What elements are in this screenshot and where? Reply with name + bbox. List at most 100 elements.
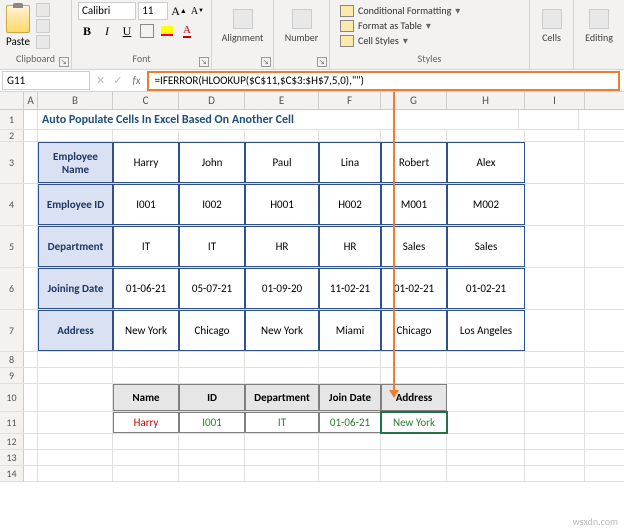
font-name-select[interactable]: Calibri: [78, 2, 136, 20]
row-header-10[interactable]: 10: [0, 384, 24, 411]
table-cell[interactable]: 01-02-21: [381, 268, 447, 309]
italic-button[interactable]: I: [98, 22, 116, 40]
col-header-F[interactable]: F: [319, 92, 381, 109]
format-painter-icon[interactable]: [36, 35, 50, 49]
lookup-name[interactable]: Harry: [113, 412, 179, 433]
table-cell[interactable]: Paul: [245, 142, 319, 183]
shrink-font-button[interactable]: A▼: [190, 2, 205, 20]
row-header-8[interactable]: 8: [0, 352, 24, 367]
row-header-2[interactable]: 2: [0, 130, 24, 141]
lookup-header[interactable]: Name: [113, 384, 179, 411]
table-cell[interactable]: M001: [381, 184, 447, 225]
table-cell[interactable]: Los Angeles: [447, 310, 525, 351]
row-header-12[interactable]: 12: [0, 434, 24, 449]
border-button[interactable]: [140, 24, 154, 38]
table-cell[interactable]: 05-07-21: [179, 268, 245, 309]
lookup-header[interactable]: ID: [179, 384, 245, 411]
editing-icon[interactable]: [589, 9, 609, 29]
table-cell[interactable]: Miami: [319, 310, 381, 351]
font-color-button[interactable]: A: [178, 22, 196, 40]
table-cell[interactable]: 01-02-21: [447, 268, 525, 309]
table-cell[interactable]: 11-02-21: [319, 268, 381, 309]
fx-icon[interactable]: fx: [126, 74, 146, 87]
row-header-6[interactable]: 6: [0, 268, 24, 309]
format-as-table-button[interactable]: Format as Table▾: [340, 19, 519, 32]
col-header-H[interactable]: H: [447, 92, 525, 109]
paste-button[interactable]: Paste: [6, 5, 30, 48]
lookup-department[interactable]: IT: [245, 412, 319, 433]
col-header-I[interactable]: I: [525, 92, 585, 109]
table-cell[interactable]: HR: [319, 226, 381, 267]
select-all-corner[interactable]: [0, 92, 24, 109]
col-header-D[interactable]: D: [179, 92, 245, 109]
copy-icon[interactable]: [36, 19, 50, 33]
table-cell[interactable]: IT: [179, 226, 245, 267]
row-header-11[interactable]: 11: [0, 412, 24, 433]
lookup-header[interactable]: Department: [245, 384, 319, 411]
bold-button[interactable]: B: [78, 22, 96, 40]
cell[interactable]: [24, 130, 38, 141]
table-row-header[interactable]: Department: [38, 226, 113, 267]
table-cell[interactable]: Lina: [319, 142, 381, 183]
table-cell[interactable]: I002: [179, 184, 245, 225]
cells-icon[interactable]: [542, 9, 562, 29]
underline-button[interactable]: U: [118, 22, 136, 40]
table-cell[interactable]: HR: [245, 226, 319, 267]
number-icon[interactable]: [292, 9, 312, 29]
row-header-5[interactable]: 5: [0, 226, 24, 267]
col-header-E[interactable]: E: [245, 92, 319, 109]
row-header-1[interactable]: 1: [0, 110, 24, 129]
fill-color-button[interactable]: [158, 22, 176, 40]
grow-font-button[interactable]: A▲: [170, 2, 188, 20]
col-header-C[interactable]: C: [113, 92, 179, 109]
table-cell[interactable]: Chicago: [179, 310, 245, 351]
table-cell[interactable]: New York: [113, 310, 179, 351]
row-header-3[interactable]: 3: [0, 142, 24, 183]
cell[interactable]: [519, 110, 579, 129]
clipboard-launcher[interactable]: ↘: [59, 57, 69, 67]
table-cell[interactable]: Robert: [381, 142, 447, 183]
row-header-14[interactable]: 14: [0, 466, 24, 481]
table-cell[interactable]: 01-06-21: [113, 268, 179, 309]
table-cell[interactable]: Alex: [447, 142, 525, 183]
table-row-header[interactable]: Joining Date: [38, 268, 113, 309]
table-row-header[interactable]: Employee Name: [38, 142, 113, 183]
table-cell[interactable]: Sales: [381, 226, 447, 267]
table-cell[interactable]: Sales: [447, 226, 525, 267]
lookup-joindate[interactable]: 01-06-21: [319, 412, 381, 433]
table-cell[interactable]: H001: [245, 184, 319, 225]
col-header-B[interactable]: B: [38, 92, 113, 109]
cut-icon[interactable]: [36, 3, 50, 17]
alignment-icon[interactable]: [233, 9, 253, 29]
table-row-header[interactable]: Employee ID: [38, 184, 113, 225]
table-cell[interactable]: John: [179, 142, 245, 183]
row-header-7[interactable]: 7: [0, 310, 24, 351]
row-header-13[interactable]: 13: [0, 450, 24, 465]
table-cell[interactable]: New York: [245, 310, 319, 351]
alignment-launcher[interactable]: ↘: [261, 57, 271, 67]
table-cell[interactable]: Chicago: [381, 310, 447, 351]
name-box[interactable]: G11: [2, 71, 90, 90]
font-launcher[interactable]: ↘: [199, 57, 209, 67]
formula-bar[interactable]: =IFERROR(HLOOKUP($C$11,$C$3:$H$7,5,0),""…: [147, 71, 620, 91]
table-cell[interactable]: 01-09-20: [245, 268, 319, 309]
enter-icon[interactable]: ✓: [109, 74, 126, 87]
row-header-9[interactable]: 9: [0, 368, 24, 383]
col-header-A[interactable]: A: [24, 92, 38, 109]
conditional-formatting-button[interactable]: Conditional Formatting▾: [340, 4, 519, 17]
table-cell[interactable]: I001: [113, 184, 179, 225]
font-size-select[interactable]: 11: [138, 2, 168, 20]
cancel-icon[interactable]: ✕: [92, 74, 109, 87]
table-cell[interactable]: M002: [447, 184, 525, 225]
cell-styles-button[interactable]: Cell Styles▾: [340, 34, 519, 47]
row-header-4[interactable]: 4: [0, 184, 24, 225]
page-title[interactable]: Auto Populate Cells In Excel Based On An…: [38, 110, 519, 129]
cell[interactable]: [24, 110, 38, 129]
lookup-id[interactable]: I001: [179, 412, 245, 433]
table-cell[interactable]: H002: [319, 184, 381, 225]
lookup-address[interactable]: New York: [381, 412, 447, 433]
table-cell[interactable]: IT: [113, 226, 179, 267]
col-header-G[interactable]: G: [381, 92, 447, 109]
table-cell[interactable]: Harry: [113, 142, 179, 183]
number-launcher[interactable]: ↘: [317, 57, 327, 67]
